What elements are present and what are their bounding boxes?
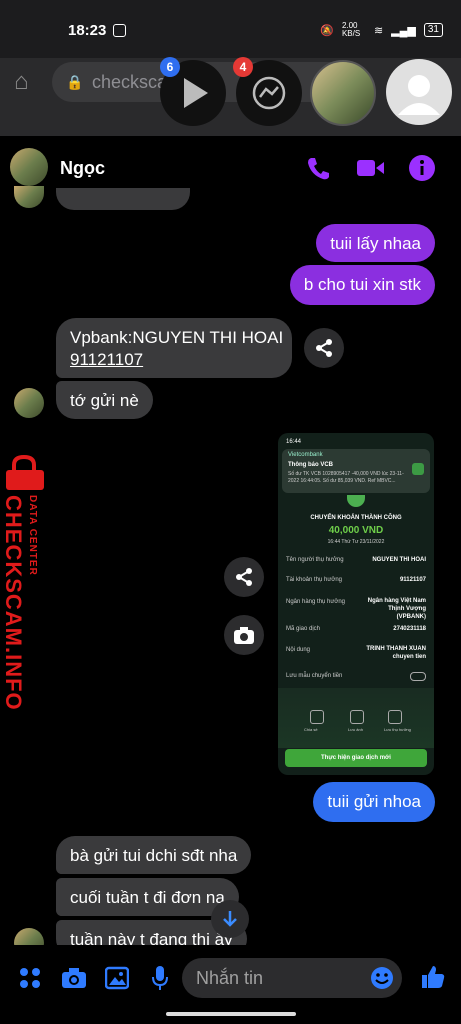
bank-info-text: Vpbank:NGUYEN THI HOAI	[70, 328, 284, 347]
receipt-label: Lưu mẫu chuyển tiền	[286, 673, 343, 679]
info-icon[interactable]	[408, 154, 436, 182]
user-icon	[388, 710, 402, 724]
receipt-value: Ngân hàng Việt Nam Thịnh Vượng (VPBANK)	[367, 598, 426, 620]
receipt-label: Mã giao dịch	[286, 626, 321, 632]
share-button[interactable]	[224, 557, 264, 597]
emoji-icon[interactable]	[370, 966, 394, 990]
contact-name[interactable]: Ngọc	[60, 158, 105, 179]
notification-card: Vietcombank Thông báo VCB Số dư TK VCB 1…	[282, 449, 430, 493]
chat-head-default-avatar[interactable]	[386, 59, 452, 125]
save-image-icon	[350, 710, 364, 724]
message-bubble-outgoing[interactable]: b cho tui xin stk	[289, 265, 435, 305]
receipt-label: Nội dung	[286, 647, 311, 653]
receipt-title: CHUYỂN KHOẢN THÀNH CÔNG	[310, 515, 402, 521]
phone-icon[interactable]	[305, 155, 331, 181]
arrow-down-icon	[223, 911, 237, 927]
camera-icon[interactable]	[61, 966, 87, 990]
chat-head-contact[interactable]	[310, 60, 376, 126]
wifi-icon: ≋	[373, 24, 384, 37]
person-icon	[398, 75, 440, 115]
receipt-value: NGUYEN THI HOAI	[372, 557, 426, 563]
watermark-sub: DATA CENTER	[27, 495, 38, 576]
scroll-to-bottom-button[interactable]	[211, 900, 249, 938]
save-photo-button[interactable]	[224, 615, 264, 655]
chat-head-badge: 6	[160, 57, 180, 77]
message-bubble-incoming[interactable]: Vpbank:NGUYEN THI HOAI 91121107	[56, 318, 292, 378]
watermark-text-wrap: CHECKSCAM.INFO DATA CENTER	[1, 495, 38, 711]
message-input[interactable]: Nhắn tin	[182, 958, 402, 998]
watermark-brand: CHECKSCAM.INFO	[1, 495, 26, 711]
receipt-value: 2740231118	[393, 626, 426, 632]
toggle-switch	[410, 672, 426, 681]
new-transaction-button: Thực hiện giao dịch mới	[285, 749, 427, 767]
menu-dots-icon[interactable]	[19, 967, 41, 989]
avatar	[14, 388, 44, 418]
message-bubble-incoming[interactable]: bà gửi tui dchi sđt nha	[56, 836, 252, 874]
message-bubble-partial[interactable]	[56, 188, 190, 210]
receipt-datetime: 16:44 Thứ Tư 23/11/2022	[327, 539, 385, 545]
receipt-value: TRINH THANH XUAN chuyen tien	[366, 646, 426, 660]
message-bubble-outgoing[interactable]: tuii gửi nhoa	[313, 782, 435, 822]
battery-icon: 31	[423, 23, 443, 37]
share-icon	[310, 710, 324, 724]
thumbs-up-icon[interactable]	[420, 964, 446, 990]
account-number-link[interactable]: 91121107	[70, 349, 278, 371]
video-call-icon[interactable]	[356, 156, 386, 180]
receipt-amount: 40,000 VND	[328, 525, 384, 536]
instagram-icon	[113, 24, 126, 37]
share-icon	[316, 339, 332, 357]
receipt-label: Tài khoản thụ hưởng	[286, 577, 342, 583]
notification-title: Thông báo VCB	[288, 462, 333, 468]
message-bubble-incoming[interactable]: cuối tuần t đi đơn na	[56, 878, 239, 916]
microphone-icon[interactable]	[150, 965, 170, 991]
share-button[interactable]	[304, 328, 344, 368]
avatar	[14, 186, 44, 208]
receipt-value: 91121107	[399, 577, 426, 583]
watermark: CHECKSCAM.INFO DATA CENTER	[0, 455, 44, 711]
avatar[interactable]	[10, 148, 48, 186]
receipt-action-label: Chia sẻ	[304, 727, 318, 732]
chat-head-badge: 4	[233, 57, 253, 77]
notification-text: Số dư TK VCB 1028905417 -40,000 VND lúc …	[288, 471, 404, 484]
receipt-action-label: Lưu ảnh	[348, 727, 363, 732]
status-icons: 🔕 2.00 KB/S ≋ ▂▄▆ 31	[320, 22, 443, 38]
home-indicator[interactable]	[166, 1012, 296, 1016]
url-text: checksca	[92, 72, 168, 92]
receipt-label: Tên người thụ hưởng	[286, 557, 344, 563]
share-icon	[236, 568, 252, 586]
message-bubble-outgoing[interactable]: tuii lấy nhaa	[316, 224, 435, 262]
receipt-status-time: 16:44	[286, 439, 302, 445]
gallery-icon[interactable]	[105, 966, 129, 990]
vcb-logo-icon	[412, 463, 424, 475]
signal-icon: ▂▄▆	[391, 24, 416, 37]
home-icon[interactable]: ⌂	[14, 68, 29, 96]
camera-icon	[234, 627, 254, 644]
message-bubble-incoming[interactable]: tớ gửi nè	[56, 381, 153, 419]
check-icon	[347, 495, 365, 507]
lock-icon	[6, 455, 44, 490]
receipt-label: Ngân hàng thụ hưởng	[286, 599, 345, 605]
net-speed: 2.00 KB/S	[341, 21, 361, 38]
lock-icon: 🔒	[66, 74, 84, 90]
status-time: 18:23	[68, 22, 107, 39]
receipt-action-label: Lưu thụ hưởng	[384, 727, 411, 732]
notification-bank: Vietcombank	[288, 452, 323, 458]
mute-icon: 🔕	[320, 24, 334, 37]
image-attachment[interactable]: 16:44 Vietcombank Thông báo VCB Số dư TK…	[278, 433, 434, 775]
message-input-placeholder: Nhắn tin	[196, 968, 264, 988]
